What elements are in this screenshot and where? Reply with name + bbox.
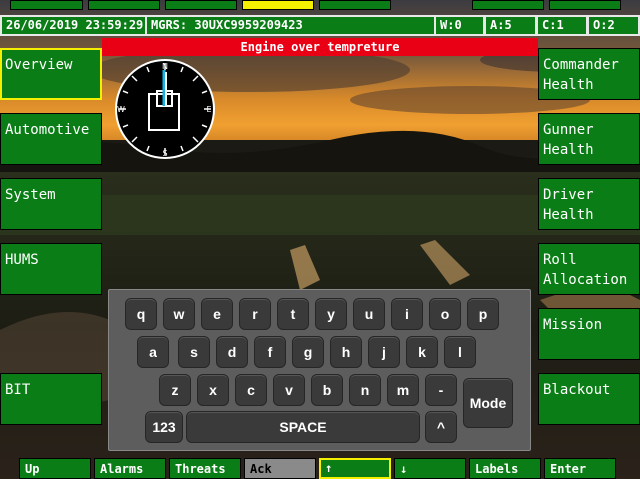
- menu-blackout[interactable]: Blackout: [538, 373, 640, 425]
- menu-roll-allocation[interactable]: Roll Allocation: [538, 243, 640, 295]
- key-u[interactable]: u: [353, 298, 385, 330]
- caret-key[interactable]: ^: [425, 411, 457, 443]
- ack-button[interactable]: Ack: [244, 458, 316, 479]
- menu-commander-health[interactable]: Commander Health: [538, 48, 640, 100]
- key-c[interactable]: c: [235, 374, 267, 406]
- key-k[interactable]: k: [406, 336, 438, 368]
- top-softkey-5[interactable]: [319, 0, 391, 10]
- alarms-button[interactable]: Alarms: [94, 458, 166, 479]
- compass-widget: N S W E: [115, 59, 215, 159]
- key-v[interactable]: v: [273, 374, 305, 406]
- key-s[interactable]: s: [178, 336, 210, 368]
- up-button[interactable]: Up: [19, 458, 91, 479]
- key-p[interactable]: p: [467, 298, 499, 330]
- key-j[interactable]: j: [368, 336, 400, 368]
- menu-system[interactable]: System: [0, 178, 102, 230]
- threats-button[interactable]: Threats: [169, 458, 241, 479]
- alert-banner: Engine over tempreture: [102, 38, 538, 56]
- top-softkey-7[interactable]: [549, 0, 621, 10]
- key-o[interactable]: o: [429, 298, 461, 330]
- top-softkey-6[interactable]: [472, 0, 544, 10]
- space-key[interactable]: SPACE: [186, 411, 420, 443]
- top-softkey-2[interactable]: [88, 0, 160, 10]
- menu-automotive[interactable]: Automotive: [0, 113, 102, 165]
- mode-key[interactable]: Mode: [463, 378, 513, 428]
- scroll-up-button[interactable]: ↑: [319, 458, 391, 479]
- menu-driver-health[interactable]: Driver Health: [538, 178, 640, 230]
- key-g[interactable]: g: [292, 336, 324, 368]
- key-z[interactable]: z: [159, 374, 191, 406]
- key-t[interactable]: t: [277, 298, 309, 330]
- key-hyphen[interactable]: -: [425, 374, 457, 406]
- status-c: C:1: [536, 15, 588, 36]
- status-w: W:0: [434, 15, 485, 36]
- menu-mission[interactable]: Mission: [538, 308, 640, 360]
- key-l[interactable]: l: [444, 336, 476, 368]
- compass-w-label: W: [117, 105, 125, 114]
- top-softkey-3[interactable]: [165, 0, 237, 10]
- status-a: A:5: [484, 15, 537, 36]
- key-a[interactable]: a: [137, 336, 169, 368]
- menu-bit[interactable]: BIT: [0, 373, 102, 425]
- compass-e-label: E: [206, 105, 211, 114]
- status-mgrs: MGRS: 30UXC9959209423: [145, 15, 436, 36]
- key-q[interactable]: q: [125, 298, 157, 330]
- top-softkey-4-active[interactable]: [242, 0, 314, 10]
- on-screen-keyboard: q w e r t y u i o p a s d f g h j k l z …: [108, 289, 531, 451]
- numbers-key[interactable]: 123: [145, 411, 183, 443]
- key-r[interactable]: r: [239, 298, 271, 330]
- compass-s-label: S: [162, 149, 167, 158]
- key-w[interactable]: w: [163, 298, 195, 330]
- key-y[interactable]: y: [315, 298, 347, 330]
- menu-overview[interactable]: Overview: [0, 48, 102, 100]
- key-e[interactable]: e: [201, 298, 233, 330]
- key-f[interactable]: f: [254, 336, 286, 368]
- key-m[interactable]: m: [387, 374, 419, 406]
- status-datetime: 26/06/2019 23:59:29: [0, 15, 147, 36]
- scroll-down-button[interactable]: ↓: [394, 458, 466, 479]
- status-o: O:2: [587, 15, 640, 36]
- menu-gunner-health[interactable]: Gunner Health: [538, 113, 640, 165]
- enter-button[interactable]: Enter: [544, 458, 616, 479]
- key-i[interactable]: i: [391, 298, 423, 330]
- compass-n-label: N: [162, 62, 168, 71]
- top-softkey-1[interactable]: [10, 0, 83, 10]
- key-h[interactable]: h: [330, 336, 362, 368]
- labels-button[interactable]: Labels: [469, 458, 541, 479]
- key-d[interactable]: d: [216, 336, 248, 368]
- key-x[interactable]: x: [197, 374, 229, 406]
- menu-hums[interactable]: HUMS: [0, 243, 102, 295]
- key-b[interactable]: b: [311, 374, 343, 406]
- key-n[interactable]: n: [349, 374, 381, 406]
